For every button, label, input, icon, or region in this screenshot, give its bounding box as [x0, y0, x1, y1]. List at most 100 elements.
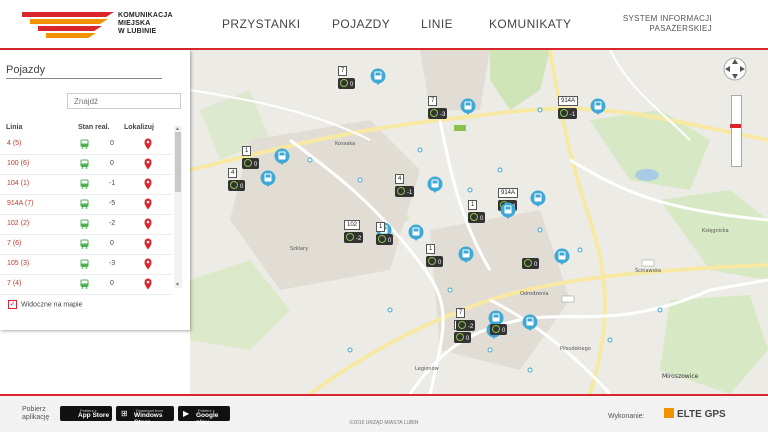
- bus-marker-icon[interactable]: [458, 246, 474, 269]
- line-link[interactable]: 7 (6): [7, 240, 21, 247]
- locate-pin-icon[interactable]: [144, 158, 152, 170]
- bus-marker-icon[interactable]: [260, 170, 276, 193]
- nav-przystanki[interactable]: PRZYSTANKI: [222, 17, 300, 31]
- vehicle-delay-badge[interactable]: 0: [242, 158, 260, 169]
- bus-marker-icon[interactable]: [554, 248, 570, 271]
- bus-icon: [80, 219, 89, 229]
- nav-komunikaty[interactable]: KOMUNIKATY: [489, 17, 571, 31]
- bus-marker-icon[interactable]: [500, 202, 516, 225]
- vehicle-label[interactable]: 1: [426, 244, 436, 254]
- delay-value: 0: [466, 336, 470, 342]
- scrollbar-thumb[interactable]: [175, 132, 181, 192]
- panel-title-underline: [6, 78, 162, 79]
- bus-marker-icon[interactable]: [274, 148, 290, 171]
- line-link[interactable]: 104 (1): [7, 180, 29, 187]
- vehicle-delay-badge[interactable]: -1: [395, 186, 415, 197]
- line-link[interactable]: 4 (5): [7, 140, 21, 147]
- clock-icon: [458, 321, 466, 329]
- windows-store-badge[interactable]: ⊞ Download from Windows Store: [116, 406, 174, 426]
- bus-marker-icon[interactable]: [427, 176, 443, 199]
- delay-value: 0: [534, 262, 538, 268]
- locate-pin-icon[interactable]: [144, 198, 152, 210]
- line-link[interactable]: 914A (7): [7, 200, 33, 207]
- locate-pin-icon[interactable]: [144, 178, 152, 190]
- map-street-label: Odrodzenia: [520, 291, 549, 297]
- vehicle-label[interactable]: 1: [376, 222, 386, 232]
- pan-control[interactable]: [722, 56, 748, 87]
- bus-marker-icon[interactable]: [408, 224, 424, 247]
- state-value: 0: [110, 140, 114, 147]
- logo-line-1: KOMUNIKACJA: [118, 12, 173, 19]
- line-link[interactable]: 100 (6): [7, 160, 29, 167]
- zoom-slider[interactable]: [730, 95, 742, 167]
- vehicle-row[interactable]: 914A (7) -5: [0, 194, 172, 215]
- vehicle-row[interactable]: 100 (6) 0: [0, 154, 172, 175]
- vehicle-row[interactable]: 104 (1) -1: [0, 174, 172, 195]
- vehicle-delay-badge[interactable]: 0: [228, 180, 246, 191]
- map-road-shield: [641, 259, 655, 267]
- list-scrollbar[interactable]: ▲ ▼: [174, 126, 182, 288]
- bus-marker-icon[interactable]: [460, 98, 476, 121]
- line-link[interactable]: 7 (4): [7, 280, 21, 287]
- pan-arrows-icon[interactable]: [722, 56, 748, 82]
- visible-on-map-toggle[interactable]: ✓ Widoczne na mapie: [8, 300, 82, 309]
- check-icon[interactable]: ✓: [8, 300, 17, 309]
- state-value: -2: [108, 220, 116, 227]
- bus-icon: [80, 199, 89, 209]
- clock-icon: [244, 159, 252, 167]
- delay-value: 0: [438, 260, 442, 266]
- vehicle-delay-badge[interactable]: 0: [522, 258, 540, 269]
- vehicle-row[interactable]: 7 (6) 0: [0, 234, 172, 255]
- vehicle-label[interactable]: 914A: [558, 96, 579, 106]
- locate-pin-icon[interactable]: [144, 238, 152, 250]
- vehicle-delay-badge[interactable]: 0: [468, 212, 486, 223]
- vehicle-label[interactable]: 1: [242, 146, 252, 156]
- bus-marker-icon[interactable]: [370, 68, 386, 91]
- elte-gps-logo[interactable]: ELTE GPS: [664, 408, 726, 420]
- vehicle-delay-badge[interactable]: -1: [558, 108, 578, 119]
- vehicle-row[interactable]: 102 (2) -2: [0, 214, 172, 235]
- vehicle-delay-badge[interactable]: -2: [456, 320, 476, 331]
- state-value: -5: [108, 200, 116, 207]
- search-input[interactable]: [67, 93, 181, 109]
- vehicle-delay-badge[interactable]: 0: [338, 78, 356, 89]
- vehicle-delay-badge[interactable]: 0: [426, 256, 444, 267]
- vehicle-row[interactable]: 7 (4) 0: [0, 274, 172, 295]
- vehicle-delay-badge[interactable]: 0: [454, 332, 472, 343]
- vehicles-panel: Pojazdy Linia Stan real. Lokalizuj 4 (5)…: [0, 50, 190, 330]
- vehicle-row[interactable]: 105 (3) -3: [0, 254, 172, 275]
- vehicle-label[interactable]: 1: [468, 200, 478, 210]
- bus-marker-icon[interactable]: [530, 190, 546, 213]
- vehicle-label[interactable]: 7: [338, 66, 348, 76]
- clock-icon: [492, 325, 500, 333]
- bus-marker-icon[interactable]: [522, 314, 538, 337]
- vehicle-label[interactable]: 7: [428, 96, 438, 106]
- map[interactable]: Ścinawska Księgnicka Kossaka Szklary Odr…: [190, 50, 768, 394]
- vehicle-delay-badge[interactable]: -2: [344, 232, 364, 243]
- scroll-down-icon[interactable]: ▼: [175, 282, 180, 288]
- bus-marker-icon[interactable]: [590, 98, 606, 121]
- vehicle-delay-badge[interactable]: 0: [376, 234, 394, 245]
- line-link[interactable]: 105 (3): [7, 260, 29, 267]
- line-link[interactable]: 102 (2): [7, 220, 29, 227]
- vehicle-row[interactable]: 4 (5) 0: [0, 134, 172, 155]
- vehicle-delay-badge[interactable]: -3: [428, 108, 448, 119]
- nav-linie[interactable]: LINIE: [421, 17, 453, 31]
- locate-pin-icon[interactable]: [144, 138, 152, 150]
- vehicle-label[interactable]: 4: [395, 174, 405, 184]
- vehicle-label[interactable]: 4: [228, 168, 238, 178]
- zoom-slider-handle[interactable]: [730, 124, 741, 128]
- vehicle-delay-badge[interactable]: 0: [490, 324, 508, 335]
- vehicle-label[interactable]: 7: [456, 308, 466, 318]
- google-play-badge[interactable]: ▶ Pobierz z Google play: [178, 406, 230, 426]
- locate-pin-icon[interactable]: [144, 218, 152, 230]
- map-street-label: Ścinawska: [635, 267, 661, 274]
- nav-pojazdy[interactable]: POJAZDY: [332, 17, 390, 31]
- delay-value: -2: [356, 236, 362, 242]
- app-store-badge[interactable]: Pobierz z App Store: [60, 406, 112, 421]
- map-builtup-area: [230, 120, 420, 290]
- vehicle-label[interactable]: 914A: [498, 188, 519, 198]
- locate-pin-icon[interactable]: [144, 258, 152, 270]
- locate-pin-icon[interactable]: [144, 278, 152, 290]
- vehicle-label[interactable]: 102: [344, 220, 361, 230]
